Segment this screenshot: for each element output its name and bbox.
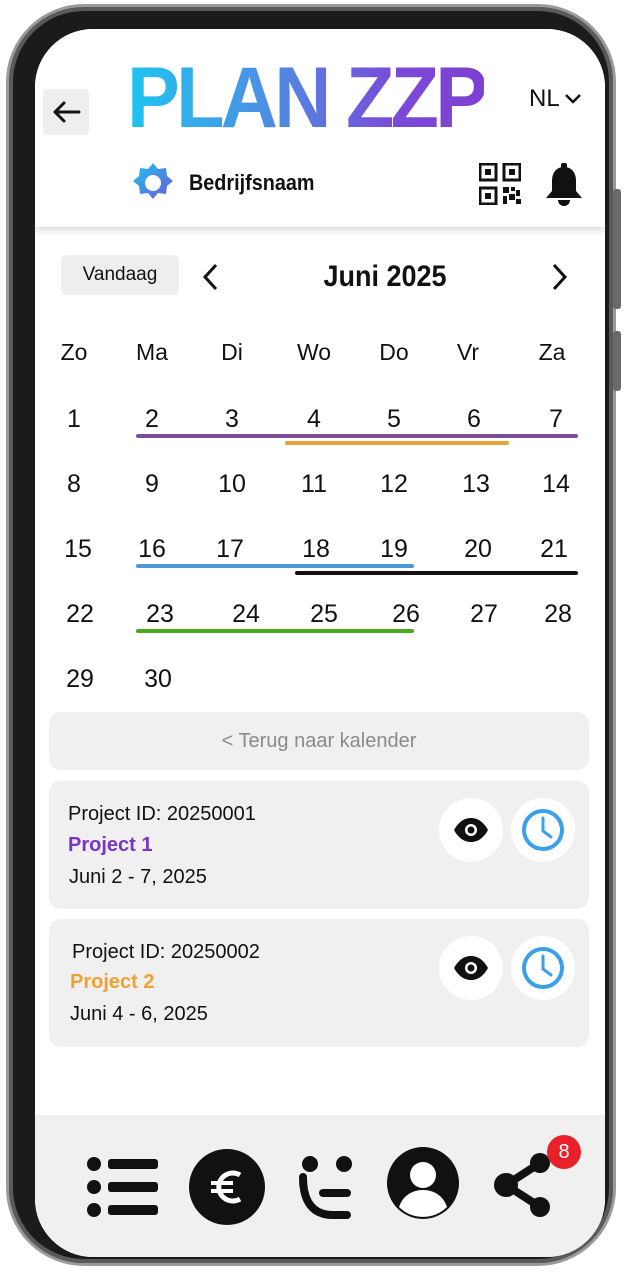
month-title: Juni 2025 bbox=[323, 260, 447, 293]
calendar-day[interactable]: 22 bbox=[45, 600, 115, 629]
calendar-day[interactable]: 12 bbox=[359, 470, 429, 499]
calendar-day[interactable]: 1 bbox=[39, 405, 109, 434]
back-button[interactable] bbox=[43, 89, 89, 135]
view-project-button[interactable] bbox=[439, 798, 503, 862]
project-1-range-bar bbox=[136, 434, 578, 438]
calendar-day[interactable]: 5 bbox=[359, 405, 429, 434]
clock-icon bbox=[522, 947, 564, 989]
qr-code-icon bbox=[478, 162, 522, 206]
calendar-day[interactable]: 24 bbox=[211, 600, 281, 629]
share-notification-badge: 8 bbox=[547, 1135, 581, 1169]
nav-finance-button[interactable] bbox=[189, 1149, 265, 1225]
list-icon bbox=[87, 1157, 158, 1217]
project-card[interactable]: Project ID: 20250002 Project 2 Juni 4 - … bbox=[49, 919, 589, 1047]
euro-icon bbox=[211, 1170, 242, 1204]
weekday-sun: Zo bbox=[60, 339, 88, 365]
qr-code-button[interactable] bbox=[478, 162, 522, 210]
view-project-button[interactable] bbox=[439, 936, 503, 1000]
project-card[interactable]: Project ID: 20250001 Project 1 Juni 2 - … bbox=[49, 781, 589, 909]
calendar-day[interactable]: 25 bbox=[289, 600, 359, 629]
calendar-day[interactable]: 14 bbox=[521, 470, 591, 499]
calendar-day[interactable]: 27 bbox=[449, 600, 519, 629]
previous-month-button[interactable] bbox=[195, 259, 225, 295]
calendar-day[interactable]: 8 bbox=[39, 470, 109, 499]
nav-feedback-button[interactable] bbox=[289, 1149, 365, 1225]
chevron-left-icon bbox=[202, 263, 218, 291]
nav-profile-button[interactable] bbox=[387, 1147, 459, 1219]
eye-icon bbox=[454, 818, 488, 842]
calendar-day[interactable]: 11 bbox=[279, 470, 349, 499]
calendar-day[interactable]: 2 bbox=[117, 405, 187, 434]
gear-icon bbox=[133, 163, 173, 199]
project-name: Project 2 bbox=[70, 971, 155, 993]
project-range-bar bbox=[136, 564, 414, 568]
language-label: NL bbox=[529, 85, 560, 112]
company-name: Bedrijfsnaam bbox=[189, 170, 315, 195]
bell-icon bbox=[546, 163, 582, 206]
calendar-day[interactable]: 4 bbox=[279, 405, 349, 434]
chevron-right-icon bbox=[552, 263, 568, 291]
bottom-navigation bbox=[35, 1115, 605, 1257]
next-month-button[interactable] bbox=[545, 259, 575, 295]
project-hours-button[interactable] bbox=[511, 798, 575, 862]
calendar-day[interactable]: 7 bbox=[521, 405, 591, 434]
weekday-thu: Do bbox=[379, 339, 409, 365]
smile-icon bbox=[299, 1156, 352, 1219]
weekday-fri: Vr bbox=[456, 339, 480, 365]
weekday-mon: Ma bbox=[136, 339, 168, 365]
calendar-day[interactable]: 20 bbox=[443, 535, 513, 564]
project-name: Project 1 bbox=[68, 834, 153, 856]
calendar-day[interactable]: 28 bbox=[523, 600, 593, 629]
calendar-day[interactable]: 13 bbox=[441, 470, 511, 499]
project-range-bar bbox=[295, 571, 578, 575]
calendar-day[interactable]: 15 bbox=[43, 535, 113, 564]
weekday-tue: Di bbox=[221, 339, 243, 365]
app-header: PLAN ZZP NL Bedrijfsnaam bbox=[35, 29, 605, 227]
project-dates: Juni 2 - 7, 2025 bbox=[69, 866, 207, 888]
arrow-left-icon bbox=[53, 101, 81, 123]
calendar-day[interactable]: 29 bbox=[45, 665, 115, 694]
user-icon bbox=[399, 1162, 447, 1217]
notifications-button[interactable] bbox=[543, 163, 585, 212]
calendar-day[interactable]: 10 bbox=[197, 470, 267, 499]
project-range-bar bbox=[136, 629, 414, 633]
calendar-day[interactable]: 26 bbox=[371, 600, 441, 629]
today-button[interactable]: Vandaag bbox=[61, 255, 179, 295]
project-id: Project ID: 20250001 bbox=[68, 803, 256, 825]
calendar-day[interactable]: 18 bbox=[281, 535, 351, 564]
calendar-day[interactable]: 16 bbox=[117, 535, 187, 564]
project-hours-button[interactable] bbox=[511, 936, 575, 1000]
app-screen: PLAN ZZP NL Bedrijfsnaam Vandaag Juni 20… bbox=[35, 29, 605, 1257]
phone-frame: PLAN ZZP NL Bedrijfsnaam Vandaag Juni 20… bbox=[6, 4, 621, 1266]
app-logo: PLAN ZZP bbox=[127, 50, 488, 146]
language-selector[interactable]: NL bbox=[529, 85, 582, 113]
eye-icon bbox=[454, 956, 488, 980]
share-icon bbox=[494, 1153, 550, 1217]
calendar-day[interactable]: 9 bbox=[117, 470, 187, 499]
calendar-day[interactable]: 23 bbox=[125, 600, 195, 629]
weekday-wed: Wo bbox=[296, 339, 332, 365]
weekday-sat: Za bbox=[538, 339, 566, 365]
clock-icon bbox=[522, 809, 564, 851]
project-id: Project ID: 20250002 bbox=[72, 941, 260, 963]
calendar-day[interactable]: 30 bbox=[123, 665, 193, 694]
chevron-down-icon bbox=[564, 94, 581, 104]
calendar-day[interactable]: 17 bbox=[195, 535, 265, 564]
calendar-day[interactable]: 21 bbox=[519, 535, 589, 564]
company-selector[interactable]: Bedrijfsnaam bbox=[131, 161, 328, 205]
calendar-day[interactable]: 3 bbox=[197, 405, 267, 434]
project-dates: Juni 4 - 6, 2025 bbox=[70, 1003, 208, 1025]
nav-list-button[interactable] bbox=[85, 1149, 161, 1225]
project-2-range-bar bbox=[285, 441, 509, 445]
calendar-day[interactable]: 19 bbox=[359, 535, 429, 564]
back-to-calendar-button[interactable]: < Terug naar kalender bbox=[49, 712, 589, 770]
calendar-day[interactable]: 6 bbox=[439, 405, 509, 434]
